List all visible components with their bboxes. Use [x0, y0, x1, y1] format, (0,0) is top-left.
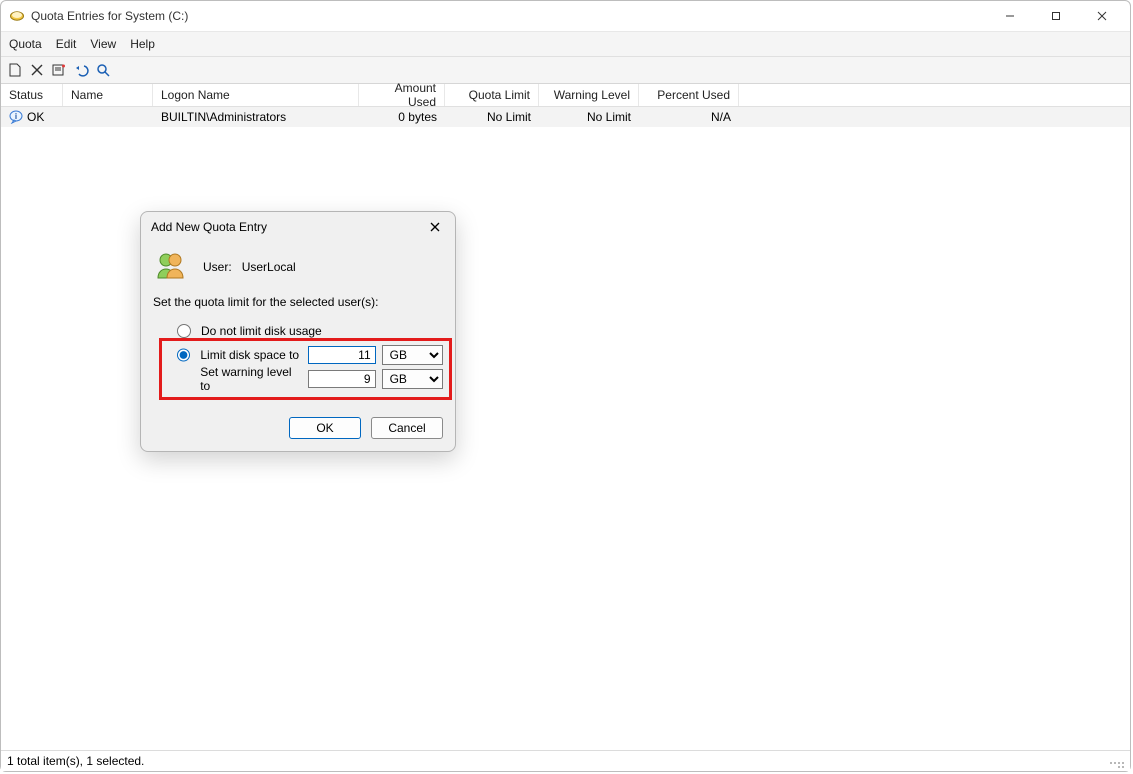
user-value: UserLocal — [242, 260, 296, 274]
warning-unit-select[interactable]: GB — [382, 369, 443, 389]
info-bubble-icon: i — [9, 110, 23, 124]
close-icon[interactable] — [425, 217, 445, 237]
menu-edit[interactable]: Edit — [56, 37, 77, 51]
users-icon — [153, 248, 187, 285]
close-button[interactable] — [1080, 2, 1124, 30]
header-status[interactable]: Status — [1, 84, 63, 106]
menubar: Quota Edit View Help — [1, 32, 1130, 57]
cell-name — [63, 107, 153, 127]
header-amount[interactable]: Amount Used — [359, 84, 445, 106]
user-label: User: — [203, 260, 232, 274]
toolbar — [1, 57, 1130, 84]
main-window: Quota Entries for System (C:) Quota Edit… — [0, 0, 1131, 772]
titlebar: Quota Entries for System (C:) — [1, 1, 1130, 32]
dialog-body: User: UserLocal Set the quota limit for … — [141, 242, 455, 399]
limit-value-input[interactable] — [308, 346, 376, 364]
option-warning: Set warning level to GB — [177, 367, 443, 391]
header-percent[interactable]: Percent Used — [639, 84, 739, 106]
ok-button[interactable]: OK — [289, 417, 361, 439]
cell-status: i OK — [1, 107, 63, 127]
header-name[interactable]: Name — [63, 84, 153, 106]
cell-percent: N/A — [639, 107, 739, 127]
option-limit[interactable]: Limit disk space to GB — [177, 343, 443, 367]
window-title: Quota Entries for System (C:) — [31, 9, 988, 23]
statusbar: 1 total item(s), 1 selected. — [1, 750, 1130, 771]
maximize-button[interactable] — [1034, 2, 1078, 30]
header-quota[interactable]: Quota Limit — [445, 84, 539, 106]
cell-amount: 0 bytes — [359, 107, 445, 127]
radio-limit[interactable] — [177, 348, 190, 362]
new-icon[interactable] — [7, 62, 23, 78]
warning-value-input[interactable] — [308, 370, 376, 388]
add-quota-dialog: Add New Quota Entry User: — [140, 211, 456, 452]
cell-quota: No Limit — [445, 107, 539, 127]
dialog-buttons: OK Cancel — [289, 417, 443, 439]
minimize-button[interactable] — [988, 2, 1032, 30]
radio-no-limit[interactable] — [177, 324, 191, 338]
svg-text:i: i — [15, 112, 17, 121]
dialog-titlebar: Add New Quota Entry — [141, 212, 455, 242]
delete-icon[interactable] — [29, 62, 45, 78]
cell-logon: BUILTIN\Administrators — [153, 107, 359, 127]
cell-warning: No Limit — [539, 107, 639, 127]
status-text: 1 total item(s), 1 selected. — [7, 754, 144, 768]
menu-help[interactable]: Help — [130, 37, 155, 51]
label-no-limit: Do not limit disk usage — [201, 324, 322, 338]
header-logon[interactable]: Logon Name — [153, 84, 359, 106]
label-warning: Set warning level to — [200, 365, 301, 393]
properties-icon[interactable] — [51, 62, 67, 78]
undo-icon[interactable] — [73, 62, 89, 78]
cancel-button[interactable]: Cancel — [371, 417, 443, 439]
instruction-text: Set the quota limit for the selected use… — [153, 295, 443, 309]
menu-view[interactable]: View — [90, 37, 116, 51]
status-text: OK — [27, 110, 44, 124]
header-warning[interactable]: Warning Level — [539, 84, 639, 106]
resize-grip-icon[interactable] — [1110, 754, 1124, 768]
disk-icon — [9, 8, 25, 24]
table-row[interactable]: i OK BUILTIN\Administrators 0 bytes No L… — [1, 107, 1130, 127]
limit-unit-select[interactable]: GB — [382, 345, 443, 365]
option-no-limit[interactable]: Do not limit disk usage — [177, 319, 443, 343]
window-controls — [988, 2, 1124, 30]
user-row: User: UserLocal — [153, 248, 443, 285]
dialog-title: Add New Quota Entry — [151, 220, 267, 234]
column-headers: Status Name Logon Name Amount Used Quota… — [1, 84, 1130, 107]
label-limit: Limit disk space to — [200, 348, 301, 362]
menu-quota[interactable]: Quota — [9, 37, 42, 51]
find-icon[interactable] — [95, 62, 111, 78]
